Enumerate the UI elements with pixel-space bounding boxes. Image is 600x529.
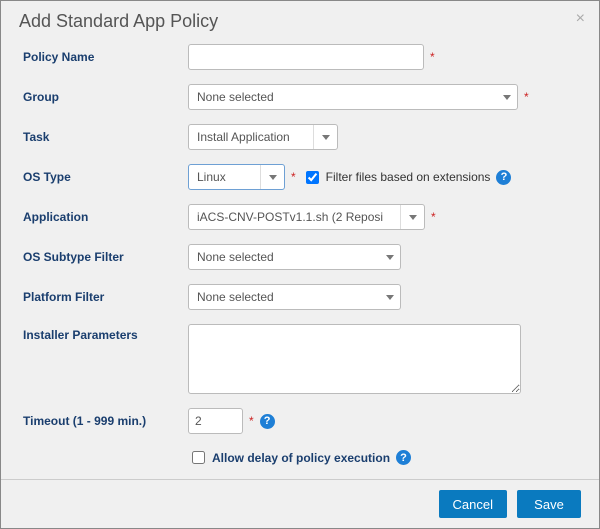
policy-name-input[interactable] (188, 44, 424, 70)
required-mark: * (430, 50, 435, 64)
row-installer-params: Installer Parameters (23, 324, 577, 394)
save-button[interactable]: Save (517, 490, 581, 518)
dialog-header: Add Standard App Policy × (1, 1, 599, 40)
label-timeout: Timeout (1 - 999 min.) (23, 414, 188, 428)
group-select-value: None selected (197, 90, 274, 104)
label-os-subtype: OS Subtype Filter (23, 250, 188, 264)
installer-params-textarea[interactable] (188, 324, 521, 394)
allow-delay-checkbox[interactable] (192, 451, 205, 464)
dialog-add-standard-app-policy: Add Standard App Policy × Policy Name * … (0, 0, 600, 529)
filter-extensions-label: Filter files based on extensions (326, 170, 491, 184)
application-select[interactable]: iACS-CNV-POSTv1.1.sh (2 Reposi (188, 204, 425, 230)
dialog-body: Policy Name * Group None selected * Task (1, 40, 599, 479)
filter-extensions-checkbox[interactable] (306, 171, 319, 184)
application-value: iACS-CNV-POSTv1.1.sh (2 Reposi (197, 210, 383, 224)
label-installer-params: Installer Parameters (23, 324, 188, 342)
row-allow-delay: Allow delay of policy execution ? (23, 448, 577, 467)
required-mark: * (524, 90, 529, 104)
help-icon[interactable]: ? (260, 414, 275, 429)
label-task: Task (23, 130, 188, 144)
label-policy-name: Policy Name (23, 50, 188, 64)
group-select[interactable]: None selected (188, 84, 518, 110)
allow-delay-label: Allow delay of policy execution (212, 451, 390, 465)
dialog-title: Add Standard App Policy (19, 11, 218, 32)
filter-extensions-checkbox-wrap[interactable]: Filter files based on extensions (302, 168, 491, 187)
dialog-footer: Cancel Save (1, 479, 599, 528)
chevron-down-icon (503, 95, 511, 100)
row-application: Application iACS-CNV-POSTv1.1.sh (2 Repo… (23, 204, 577, 230)
row-policy-name: Policy Name * (23, 44, 577, 70)
row-group: Group None selected * (23, 84, 577, 110)
task-select-value: Install Application (197, 130, 290, 144)
cancel-button[interactable]: Cancel (439, 490, 507, 518)
close-icon[interactable]: × (576, 11, 585, 27)
timeout-input[interactable] (188, 408, 243, 434)
os-subtype-select[interactable]: None selected (188, 244, 401, 270)
row-os-type: OS Type Linux * Filter files based on ex… (23, 164, 577, 190)
os-type-value: Linux (197, 170, 226, 184)
chevron-down-icon (322, 135, 330, 140)
platform-value: None selected (197, 290, 274, 304)
os-type-select[interactable]: Linux (188, 164, 285, 190)
chevron-down-icon (386, 255, 394, 260)
chevron-down-icon (409, 215, 417, 220)
required-mark: * (431, 210, 436, 224)
row-timeout: Timeout (1 - 999 min.) * ? (23, 408, 577, 434)
label-os-type: OS Type (23, 170, 188, 184)
help-icon[interactable]: ? (496, 170, 511, 185)
chevron-down-icon (386, 295, 394, 300)
row-os-subtype: OS Subtype Filter None selected (23, 244, 577, 270)
required-mark: * (291, 170, 296, 184)
row-platform: Platform Filter None selected (23, 284, 577, 310)
help-icon[interactable]: ? (396, 450, 411, 465)
required-mark: * (249, 414, 254, 428)
allow-delay-checkbox-wrap[interactable]: Allow delay of policy execution (188, 448, 390, 467)
platform-select[interactable]: None selected (188, 284, 401, 310)
label-application: Application (23, 210, 188, 224)
chevron-down-icon (269, 175, 277, 180)
os-subtype-value: None selected (197, 250, 274, 264)
label-platform: Platform Filter (23, 290, 188, 304)
label-group: Group (23, 90, 188, 104)
task-select[interactable]: Install Application (188, 124, 338, 150)
row-task: Task Install Application (23, 124, 577, 150)
